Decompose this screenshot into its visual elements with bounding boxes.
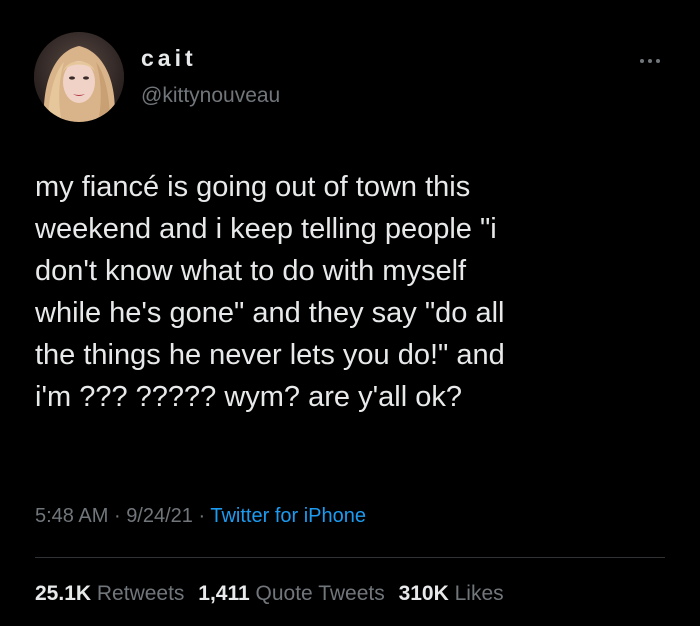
likes-stat[interactable]: 310K Likes	[399, 582, 504, 605]
user-handle[interactable]: @kittynouveau	[141, 84, 280, 108]
meta-separator: ·	[198, 505, 206, 527]
tweet-date[interactable]: 9/24/21	[126, 505, 193, 527]
more-dot	[656, 59, 660, 63]
divider	[35, 557, 665, 558]
retweets-label: Retweets	[96, 582, 185, 605]
tweet-source-link[interactable]: Twitter for iPhone	[210, 505, 366, 527]
tweet-text: my fiancé is going out of town this week…	[35, 171, 505, 413]
likes-label: Likes	[454, 582, 504, 605]
more-dot	[648, 59, 652, 63]
tweet-time[interactable]: 5:48 AM	[35, 505, 108, 527]
retweets-stat[interactable]: 25.1K Retweets	[35, 582, 184, 605]
likes-count: 310K	[398, 582, 449, 605]
quotes-count: 1,411	[198, 582, 250, 605]
display-name[interactable]: cait	[141, 45, 197, 72]
quotes-label: Quote Tweets	[255, 582, 385, 605]
tweet-stats: 25.1K Retweets 1,411 Quote Tweets 310K L…	[35, 582, 512, 606]
quote-tweets-stat[interactable]: 1,411 Quote Tweets	[198, 582, 384, 605]
retweets-count: 25.1K	[35, 582, 92, 605]
avatar[interactable]	[34, 32, 124, 122]
profile-photo-icon	[34, 32, 124, 122]
meta-separator: ·	[113, 505, 121, 527]
tweet-meta: 5:48 AM · 9/24/21 · Twitter for iPhone	[35, 505, 366, 528]
more-horizontal-icon[interactable]	[638, 56, 662, 66]
tweet-card: cait @kittynouveau my fiancé is going ou…	[0, 0, 700, 626]
more-dot	[640, 59, 644, 63]
